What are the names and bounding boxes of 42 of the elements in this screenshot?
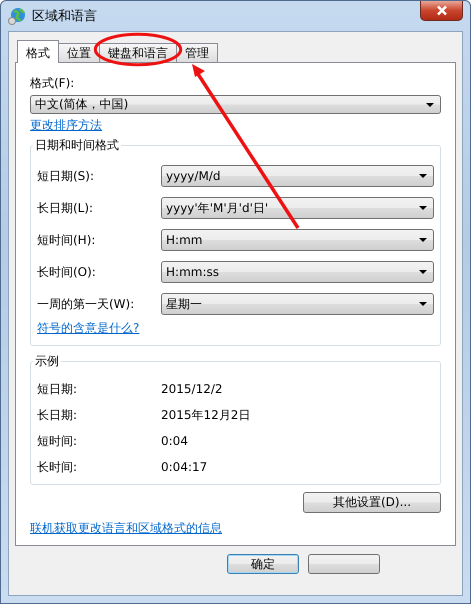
group-title: 日期和时间格式 (34, 137, 120, 154)
dropdown-arrow-icon (426, 102, 434, 107)
field-label: 一周的第一天(W): (37, 296, 136, 312)
symbols-help-link[interactable]: 符号的含意是什么? (37, 321, 140, 336)
tab[interactable]: 位置 (58, 43, 100, 62)
format-label: 格式(F): (30, 75, 76, 91)
example-label: 短日期: (37, 381, 78, 398)
close-icon (436, 5, 448, 16)
window-title: 区域和语言 (32, 8, 97, 25)
dialog-button[interactable] (308, 554, 380, 574)
dropdown-arrow-icon (419, 174, 427, 178)
format-dropdown[interactable]: 星期一 (161, 293, 434, 316)
example-value: 0:04:17 (161, 460, 208, 474)
format-dropdown[interactable]: yyyy/M/d (161, 165, 434, 188)
field-label: 长日期(L): (37, 200, 94, 216)
globe-icon (8, 7, 26, 25)
dropdown-arrow-icon (419, 302, 427, 306)
other-settings-button[interactable]: 其他设置(D)... (303, 492, 441, 514)
dropdown-arrow-icon (419, 206, 427, 210)
field-label: 短日期(S): (37, 168, 96, 184)
tab[interactable]: 管理 (176, 43, 218, 62)
field-label: 长时间(O): (37, 264, 97, 280)
example-value: 0:04 (161, 434, 188, 448)
format-dropdown[interactable]: H:mm:ss (161, 261, 434, 284)
dropdown-arrow-icon (419, 270, 427, 274)
example-label: 长日期: (37, 407, 78, 424)
tab[interactable]: 键盘和语言 (99, 43, 177, 62)
group-title: 示例 (34, 353, 60, 370)
ok-button[interactable]: 确定 (227, 554, 299, 574)
online-info-link[interactable]: 联机获取更改语言和区域格式的信息 (30, 520, 222, 537)
tab[interactable]: 格式 (17, 40, 59, 63)
close-button[interactable] (420, 1, 463, 21)
dropdown-arrow-icon (419, 238, 427, 242)
format-dropdown[interactable]: 中文(简体，中国) (30, 95, 441, 114)
example-label: 长时间: (37, 459, 78, 476)
example-value: 2015/12/2 (161, 382, 223, 396)
sort-method-link[interactable]: 更改排序方法 (30, 116, 102, 134)
example-label: 短时间: (37, 433, 78, 450)
field-label: 短时间(H): (37, 232, 96, 248)
format-dropdown[interactable]: H:mm (161, 229, 434, 252)
format-dropdown[interactable]: yyyy'年'M'月'd'日' (161, 197, 434, 220)
example-value: 2015年12月2日 (161, 406, 250, 424)
